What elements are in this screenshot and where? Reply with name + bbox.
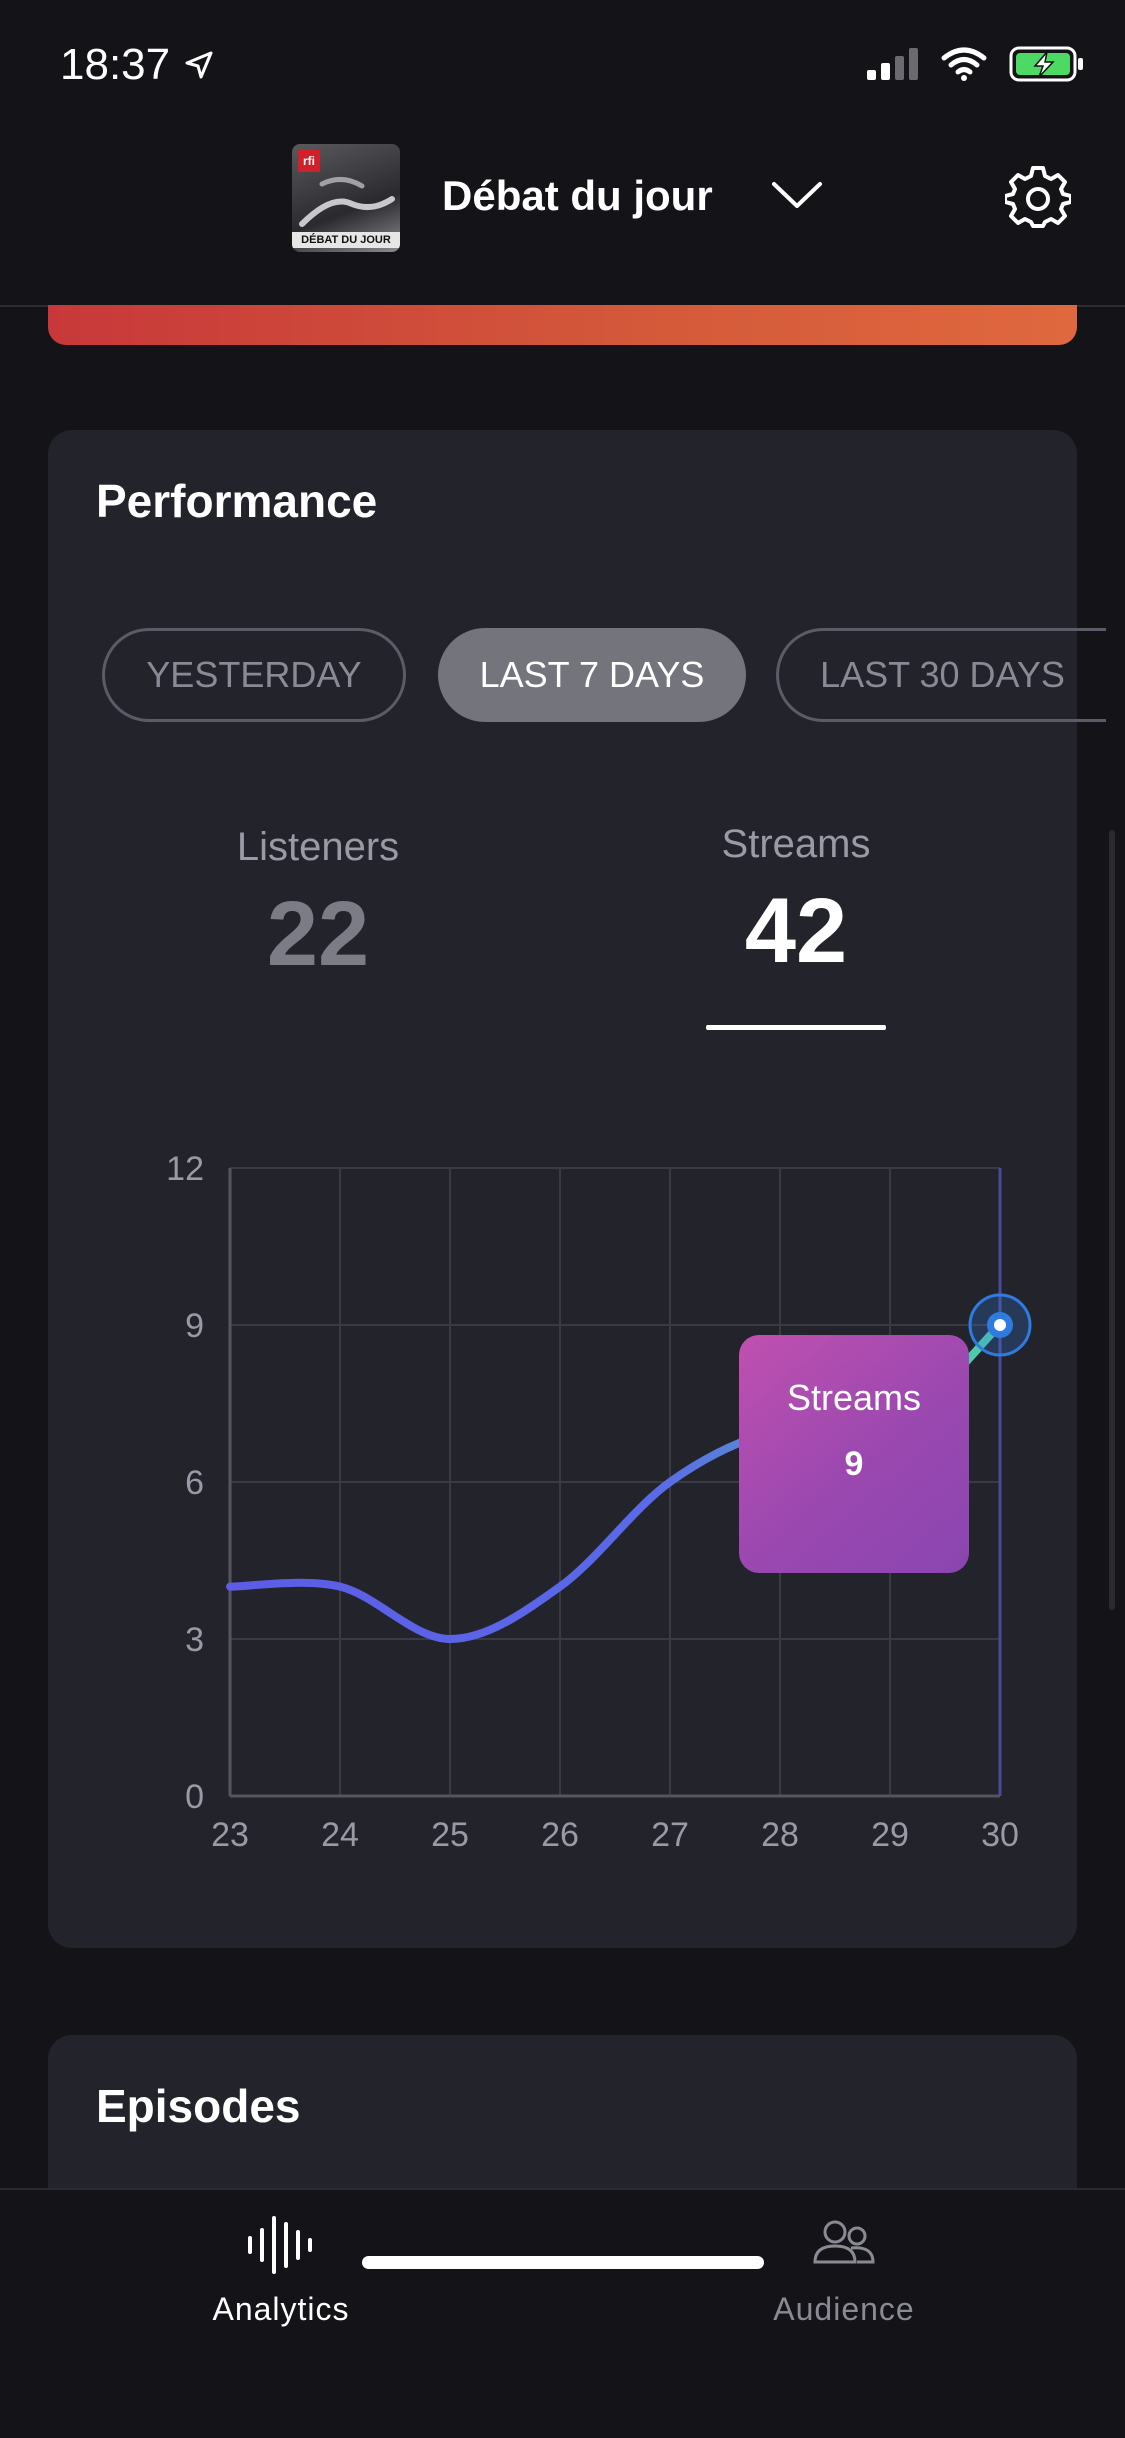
location-arrow-icon bbox=[185, 51, 213, 79]
battery-charging-icon bbox=[1009, 46, 1083, 82]
x-tick-label: 25 bbox=[431, 1816, 469, 1854]
signal-icon bbox=[867, 48, 918, 80]
gear-icon[interactable] bbox=[1005, 166, 1071, 232]
podcast-title[interactable]: Débat du jour bbox=[442, 172, 713, 220]
tab-audience-label: Audience bbox=[773, 2291, 915, 2327]
home-indicator[interactable] bbox=[362, 2256, 764, 2269]
tab-bar: Analytics Audience bbox=[0, 2188, 1125, 2438]
highlight-banner bbox=[48, 305, 1077, 345]
tooltip-label: Streams bbox=[786, 1377, 922, 1418]
tab-audience[interactable]: Audience bbox=[694, 2212, 994, 2328]
streams-line-chart[interactable]: 0 3 6 9 12 23 24 25 26 27 28 29 30 bbox=[48, 430, 1077, 1948]
tooltip-value: 9 bbox=[844, 1445, 864, 1483]
podcast-thumbnail[interactable]: rfi DÉBAT DU JOUR bbox=[292, 144, 400, 252]
status-icons bbox=[867, 46, 1085, 82]
x-tick-label: 23 bbox=[211, 1816, 249, 1854]
app-header: rfi DÉBAT DU JOUR Débat du jour bbox=[0, 140, 1125, 307]
tab-analytics[interactable]: Analytics bbox=[131, 2212, 431, 2328]
status-time: 18:37 bbox=[60, 40, 214, 90]
y-tick-label: 6 bbox=[185, 1464, 204, 1502]
x-tick-label: 29 bbox=[871, 1816, 909, 1854]
chevron-down-icon[interactable] bbox=[770, 178, 824, 212]
tab-analytics-label: Analytics bbox=[212, 2291, 350, 2327]
clock-text: 18:37 bbox=[60, 40, 171, 89]
y-tick-label: 12 bbox=[166, 1150, 204, 1188]
y-tick-label: 9 bbox=[185, 1307, 204, 1345]
chart-tooltip: Streams 9 bbox=[739, 1335, 969, 1573]
thumbnail-caption: DÉBAT DU JOUR bbox=[292, 232, 400, 248]
y-tick-label: 0 bbox=[185, 1778, 204, 1816]
y-tick-label: 3 bbox=[185, 1621, 204, 1659]
x-tick-label: 27 bbox=[651, 1816, 689, 1854]
performance-card: Performance YESTERDAY LAST 7 DAYS LAST 3… bbox=[48, 430, 1106, 1948]
x-tick-label: 24 bbox=[321, 1816, 359, 1854]
x-tick-label: 26 bbox=[541, 1816, 579, 1854]
highlight-point-center bbox=[994, 1319, 1006, 1331]
episodes-title: Episodes bbox=[96, 2080, 301, 2132]
people-icon bbox=[813, 2220, 875, 2264]
status-bar: 18:37 bbox=[0, 0, 1125, 140]
wifi-icon bbox=[941, 47, 987, 81]
waveform-icon bbox=[248, 2216, 312, 2274]
x-tick-label: 28 bbox=[761, 1816, 799, 1854]
scroll-indicator[interactable] bbox=[1109, 830, 1115, 1610]
x-tick-label: 30 bbox=[981, 1816, 1019, 1854]
